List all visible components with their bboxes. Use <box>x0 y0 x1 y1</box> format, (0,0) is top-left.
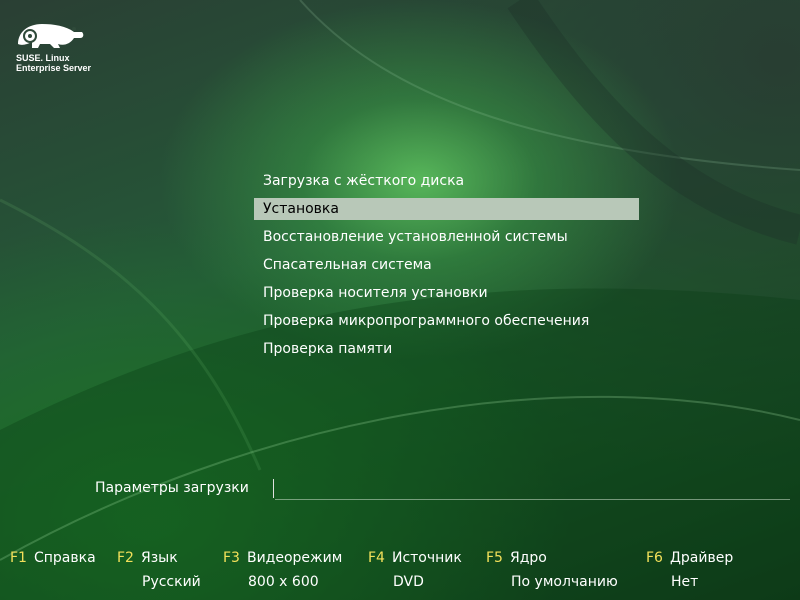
f3-video-mode-key[interactable]: F3 Видеорежим <box>223 550 342 566</box>
text-cursor <box>273 479 274 498</box>
menu-item-firmware-test[interactable]: Проверка микропрограммного обеспечения <box>254 310 639 332</box>
boot-options-label: Параметры загрузки <box>95 480 249 496</box>
f2-value: Русский <box>142 574 201 590</box>
menu-item-boot-from-hard-disk[interactable]: Загрузка с жёсткого диска <box>254 170 639 192</box>
f4-value: DVD <box>393 574 424 590</box>
f1-help-key[interactable]: F1 Справка <box>10 550 96 566</box>
boot-options: Параметры загрузки <box>95 478 790 500</box>
f4-name: Источник <box>391 550 462 566</box>
f1-key-label: F1 <box>10 550 27 566</box>
menu-item-rescue-system[interactable]: Спасательная система <box>254 254 639 276</box>
f5-value: По умолчанию <box>511 574 618 590</box>
f5-key-label: F5 <box>486 550 503 566</box>
f5-name: Ядро <box>509 550 547 566</box>
f4-key-label: F4 <box>368 550 385 566</box>
menu-item-check-installation-media[interactable]: Проверка носителя установки <box>254 282 639 304</box>
f1-name: Справка <box>33 550 96 566</box>
suse-logo: SUSE. Linux Enterprise Server <box>16 18 106 73</box>
f3-name: Видеорежим <box>246 550 343 566</box>
f6-key-label: F6 <box>646 550 663 566</box>
f6-name: Драйвер <box>669 550 734 566</box>
f6-value: Нет <box>671 574 699 590</box>
chameleon-icon <box>18 24 84 48</box>
menu-item-installation[interactable]: Установка <box>254 198 639 220</box>
menu-item-repair-installed-system[interactable]: Восстановление установленной системы <box>254 226 639 248</box>
f2-name: Язык <box>140 550 178 566</box>
boot-options-input[interactable] <box>275 499 790 500</box>
f3-value: 800 x 600 <box>248 574 319 590</box>
f4-source-key[interactable]: F4 Источник <box>368 550 462 566</box>
f6-driver-key[interactable]: F6 Драйвер <box>646 550 733 566</box>
f3-key-label: F3 <box>223 550 240 566</box>
logo-text: SUSE. Linux Enterprise Server <box>16 53 92 73</box>
boot-menu[interactable]: Загрузка с жёсткого диска Установка Восс… <box>254 170 639 366</box>
menu-item-memory-test[interactable]: Проверка памяти <box>254 338 639 360</box>
f2-key-label: F2 <box>117 550 134 566</box>
function-key-bar: F1 Справка F2 Язык Русский F3 Видеорежим 80… <box>0 550 800 600</box>
f2-language-key[interactable]: F2 Язык <box>117 550 178 566</box>
f5-kernel-key[interactable]: F5 Ядро <box>486 550 547 566</box>
